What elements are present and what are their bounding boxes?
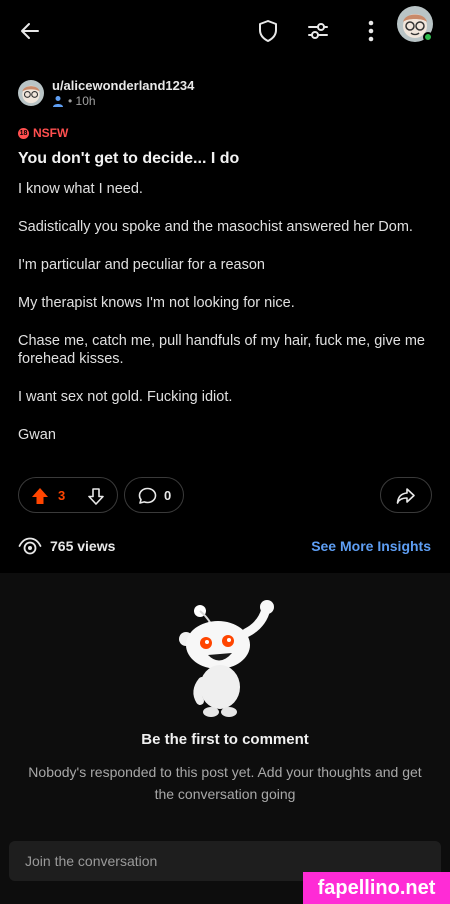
post-meta: • 10h (52, 94, 96, 108)
post-actions: 3 0 (18, 477, 432, 513)
mod-shield-button[interactable] (251, 14, 285, 48)
filter-button[interactable] (301, 14, 335, 48)
post-paragraph: I know what I need. (18, 181, 143, 197)
share-icon (396, 488, 415, 504)
top-bar (0, 0, 450, 62)
views-count: 765 views (50, 538, 116, 554)
eye-icon (18, 537, 42, 555)
online-status-dot (423, 32, 433, 42)
upvote-icon (32, 488, 48, 504)
nsfw-label: NSFW (33, 126, 69, 140)
more-vertical-icon (368, 20, 374, 42)
watermark: fapellino.net (303, 872, 450, 904)
post-paragraph: Gwan (18, 427, 56, 443)
snoo-waving-illustration (179, 600, 274, 717)
upvote-button[interactable] (31, 487, 49, 505)
comments-button[interactable]: 0 (124, 477, 184, 513)
vote-control: 3 (18, 477, 118, 513)
shield-icon (259, 20, 277, 42)
post-header: u/alicewonderland1234 • 10h (18, 78, 438, 112)
nsfw-tag: 18 NSFW (18, 126, 68, 140)
snoo-avatar-icon (22, 85, 40, 104)
comment-count: 0 (164, 488, 172, 503)
empty-comments-title: Be the first to comment (141, 731, 309, 748)
post-paragraph: I'm particular and peculiar for a reason (18, 257, 265, 273)
share-button[interactable] (380, 477, 432, 513)
comments-section: Be the first to comment Nobody's respond… (0, 573, 450, 835)
post-paragraph: My therapist knows I'm not looking for n… (18, 295, 295, 311)
person-icon (53, 96, 63, 107)
comment-icon (138, 487, 157, 504)
author-username[interactable]: u/alicewonderland1234 (52, 78, 194, 93)
post-paragraph: Sadistically you spoke and the masochist… (18, 219, 413, 235)
nsfw-badge-icon: 18 (18, 127, 29, 139)
author-avatar[interactable] (18, 80, 44, 106)
downvote-icon (88, 488, 104, 505)
post-body: I know what I need. Sadistically you spo… (18, 180, 428, 464)
back-button[interactable] (13, 14, 47, 48)
downvote-button[interactable] (87, 487, 105, 505)
arrow-left-icon (21, 23, 39, 39)
post-paragraph: I want sex not gold. Fucking idiot. (18, 389, 233, 405)
see-more-insights-link[interactable]: See More Insights (311, 538, 431, 554)
vote-count: 3 (58, 488, 66, 503)
sliders-icon (308, 23, 328, 39)
more-options-button[interactable] (354, 14, 388, 48)
post-age: • 10h (68, 94, 96, 108)
view-stats: 765 views (18, 536, 115, 556)
empty-comments-subtitle: Nobody's responded to this post yet. Add… (28, 764, 422, 802)
post-title: You don't get to decide... I do (18, 150, 240, 167)
post-paragraph: Chase me, catch me, pull handfuls of my … (18, 333, 425, 367)
